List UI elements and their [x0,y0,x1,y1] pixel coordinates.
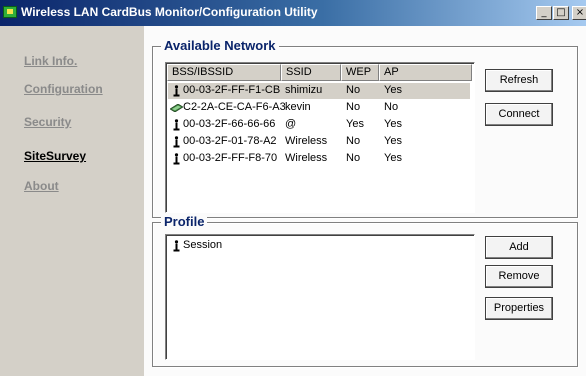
app-window: Wireless LAN CardBus Monitor/Configurati… [0,0,586,376]
sidebar-item-about[interactable]: About [24,179,59,193]
available-network-title: Available Network [161,38,279,53]
remove-button[interactable]: Remove [485,265,553,288]
table-row[interactable]: C2-2A-CE-CA-F6-A3 kevin No No [168,100,470,116]
row-ap: Yes [384,84,402,96]
column-header-bssid[interactable]: BSS/IBSSID [167,64,281,81]
table-row[interactable]: 00-03-2F-01-78-A2 Wireless No Yes [168,134,470,150]
profile-title: Profile [161,214,208,229]
station-icon [173,153,180,165]
column-header-wep[interactable]: WEP [341,64,379,81]
row-ap: No [384,101,399,113]
minimize-button[interactable]: _ [536,6,552,20]
column-header-ssid[interactable]: SSID [281,64,341,81]
connect-button[interactable]: Connect [485,103,553,126]
row-ssid: Wireless [285,152,328,164]
row-ap: Yes [384,152,402,164]
refresh-button[interactable]: Refresh [485,69,553,92]
row-wep: Yes [346,118,364,130]
row-ssid: Wireless [285,135,328,147]
station-icon [173,136,180,148]
sidebar-item-configuration[interactable]: Configuration [24,82,103,96]
row-ssid: shimizu [285,84,323,96]
row-bssid: 00-03-2F-66-66-66 [183,118,276,130]
row-ssid: @ [285,118,297,130]
row-wep: No [346,84,361,96]
profile-name: Session [183,239,223,251]
content-panel: Available Network BSS/IBSSID SSID WEP AP… [144,26,586,376]
network-list[interactable]: BSS/IBSSID SSID WEP AP 00-03-2F-FF-F1-CB… [165,62,475,213]
title-bar[interactable]: Wireless LAN CardBus Monitor/Configurati… [0,0,586,26]
table-row[interactable]: 00-03-2F-FF-F8-70 Wireless No Yes [168,151,470,167]
row-ap: Yes [384,135,402,147]
row-ap: Yes [384,118,402,130]
row-bssid: C2-2A-CE-CA-F6-A3 [183,101,286,113]
card-icon [170,104,183,112]
station-icon [173,85,180,97]
table-row[interactable]: 00-03-2F-FF-F1-CB shimizu No Yes [168,83,470,99]
row-wep: No [346,152,361,164]
sidebar: Link Info. Configuration Security SiteSu… [0,26,144,376]
column-header-ap[interactable]: AP [379,64,472,81]
row-wep: No [346,101,361,113]
row-bssid: 00-03-2F-FF-F8-70 [183,152,278,164]
profile-list[interactable]: Session [165,234,475,360]
close-button[interactable]: × [572,6,586,20]
row-bssid: 00-03-2F-FF-F1-CB [183,84,281,96]
list-item[interactable]: Session [168,238,470,254]
available-network-group: Available Network BSS/IBSSID SSID WEP AP… [152,38,578,218]
properties-button[interactable]: Properties [485,297,553,320]
row-bssid: 00-03-2F-01-78-A2 [183,135,277,147]
station-icon [173,240,180,252]
station-icon [173,119,180,131]
sidebar-item-sitesurvey[interactable]: SiteSurvey [24,149,86,163]
profile-group: Profile Session Add Remove Properties [152,214,578,367]
window-title: Wireless LAN CardBus Monitor/Configurati… [21,5,318,19]
maximize-button[interactable]: □ [553,6,569,20]
sidebar-item-security[interactable]: Security [24,115,71,129]
row-ssid: kevin [285,101,311,113]
add-button[interactable]: Add [485,236,553,259]
app-icon [3,6,17,18]
row-wep: No [346,135,361,147]
sidebar-item-link-info[interactable]: Link Info. [24,54,77,68]
table-row[interactable]: 00-03-2F-66-66-66 @ Yes Yes [168,117,470,133]
